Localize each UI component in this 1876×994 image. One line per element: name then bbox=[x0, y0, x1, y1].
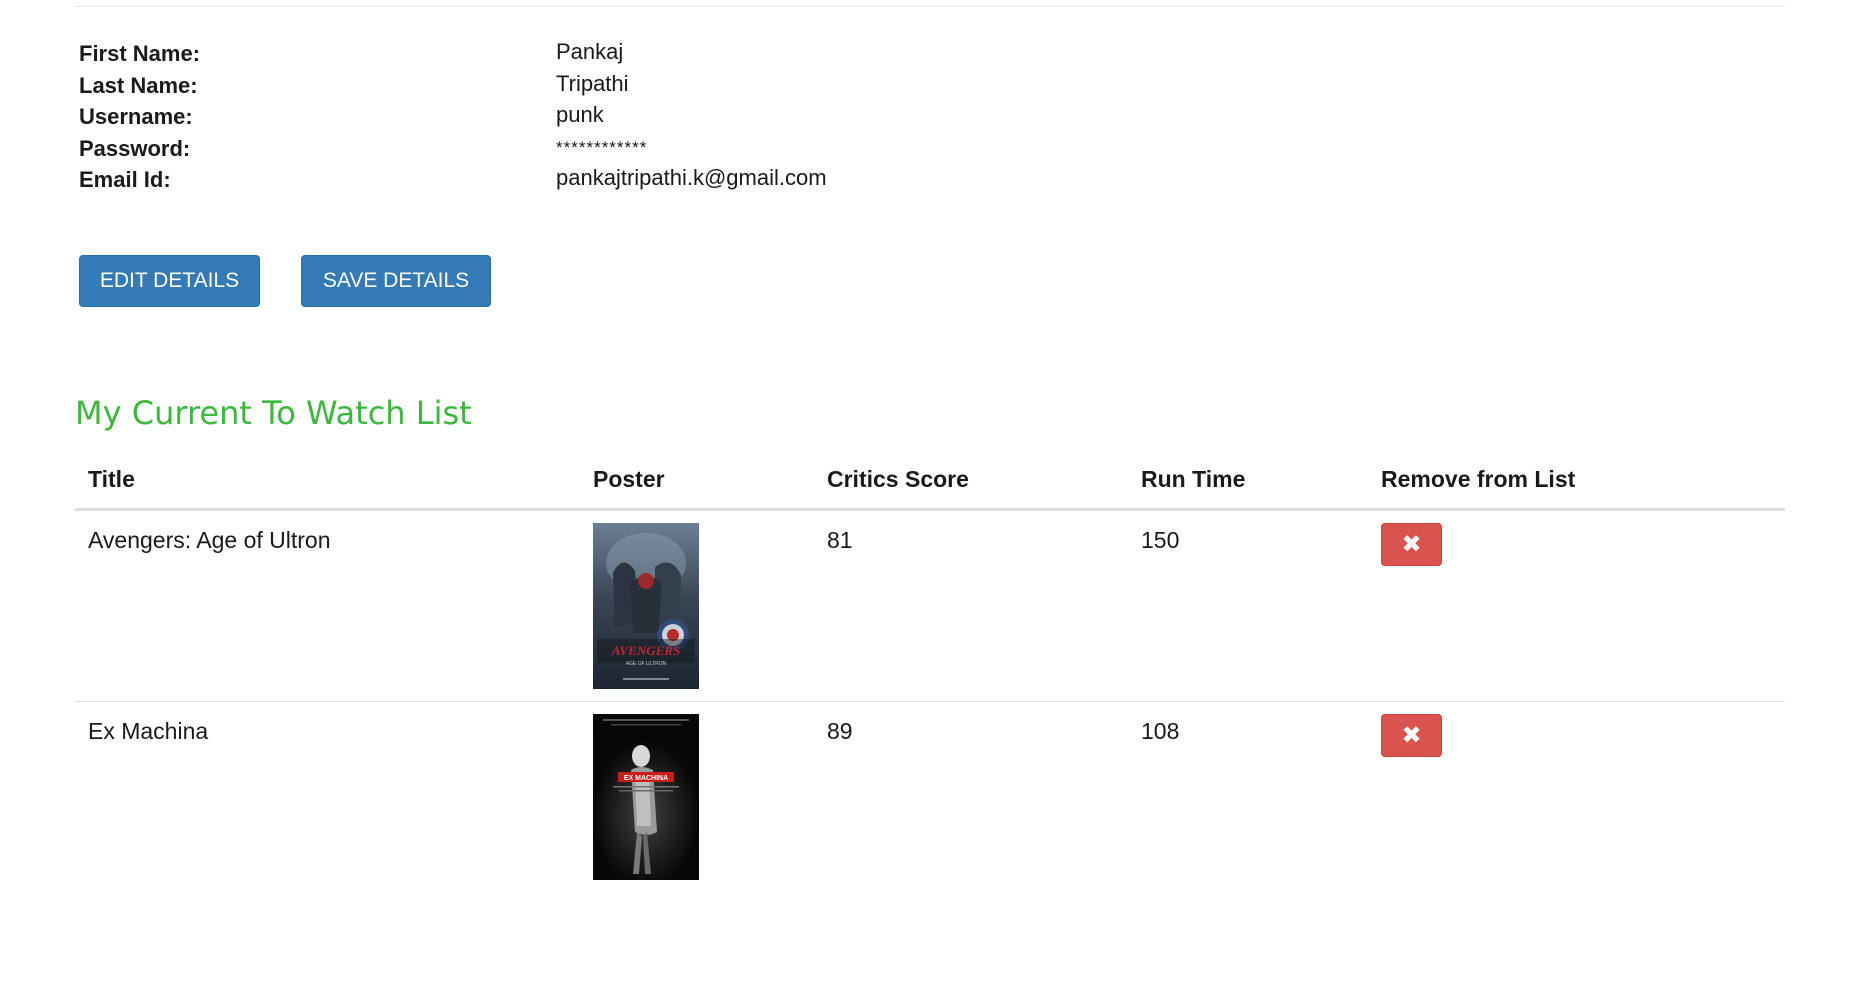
avengers-poster-logo: AVENGERS bbox=[611, 643, 680, 658]
column-header-title: Title bbox=[88, 466, 135, 492]
movie-title: Avengers: Age of Ultron bbox=[88, 527, 331, 553]
edit-details-button[interactable]: EDIT DETAILS bbox=[79, 255, 260, 307]
table-row: Avengers: Age of Ultron AVENGERS AGE OF … bbox=[75, 511, 1785, 702]
email-value: pankajtripathi.k@gmail.com bbox=[556, 165, 827, 190]
avengers-poster-subtitle: AGE OF ULTRON bbox=[626, 661, 667, 667]
password-label: Password: bbox=[79, 135, 191, 161]
profile-row-password: Password: ************ bbox=[79, 134, 979, 166]
profile-page: First Name: Pankaj Last Name: Tripathi U… bbox=[75, 0, 1785, 994]
movie-poster[interactable]: EX MACHINA bbox=[593, 714, 699, 880]
last-name-label: Last Name: bbox=[79, 72, 198, 98]
run-time: 108 bbox=[1141, 718, 1180, 744]
email-label: Email Id: bbox=[79, 167, 171, 192]
profile-row-email: Email Id: pankajtripathi.k@gmail.com bbox=[79, 165, 979, 197]
remove-from-list-button[interactable]: ✖ bbox=[1381, 523, 1442, 566]
save-details-button[interactable]: SAVE DETAILS bbox=[301, 255, 491, 307]
critics-score: 89 bbox=[827, 718, 853, 744]
first-name-label: First Name: bbox=[79, 41, 201, 66]
username-label: Username: bbox=[79, 104, 193, 129]
last-name-value: Tripathi bbox=[556, 70, 629, 96]
exmachina-poster-logo: EX MACHINA bbox=[624, 775, 668, 782]
column-header-run-time: Run Time bbox=[1141, 466, 1246, 492]
critics-score: 81 bbox=[827, 527, 853, 553]
table-header: Title Poster Critics Score Run Time Remo… bbox=[75, 460, 1785, 511]
top-divider bbox=[75, 6, 1785, 7]
watchlist-title: My Current To Watch List bbox=[75, 394, 472, 432]
profile-row-username: Username: punk bbox=[79, 102, 979, 134]
watchlist-table: Title Poster Critics Score Run Time Remo… bbox=[75, 460, 1785, 892]
movie-title: Ex Machina bbox=[88, 718, 209, 744]
profile-row-first-name: First Name: Pankaj bbox=[79, 39, 979, 71]
column-header-poster: Poster bbox=[593, 466, 665, 492]
profile-details: First Name: Pankaj Last Name: Tripathi U… bbox=[79, 39, 979, 197]
username-value: punk bbox=[556, 102, 604, 127]
times-icon: ✖ bbox=[1401, 530, 1422, 558]
password-value: ************ bbox=[556, 137, 648, 157]
remove-from-list-button[interactable]: ✖ bbox=[1381, 714, 1442, 757]
column-header-remove: Remove from List bbox=[1381, 466, 1576, 492]
table-row: Ex Machina EX MACHINA 89 108 ✖ bbox=[75, 702, 1785, 892]
profile-row-last-name: Last Name: Tripathi bbox=[79, 71, 979, 103]
times-icon: ✖ bbox=[1401, 721, 1422, 749]
column-header-critics-score: Critics Score bbox=[827, 466, 969, 492]
run-time: 150 bbox=[1141, 527, 1180, 553]
movie-poster[interactable]: AVENGERS AGE OF ULTRON bbox=[593, 523, 699, 689]
first-name-value: Pankaj bbox=[556, 39, 624, 64]
